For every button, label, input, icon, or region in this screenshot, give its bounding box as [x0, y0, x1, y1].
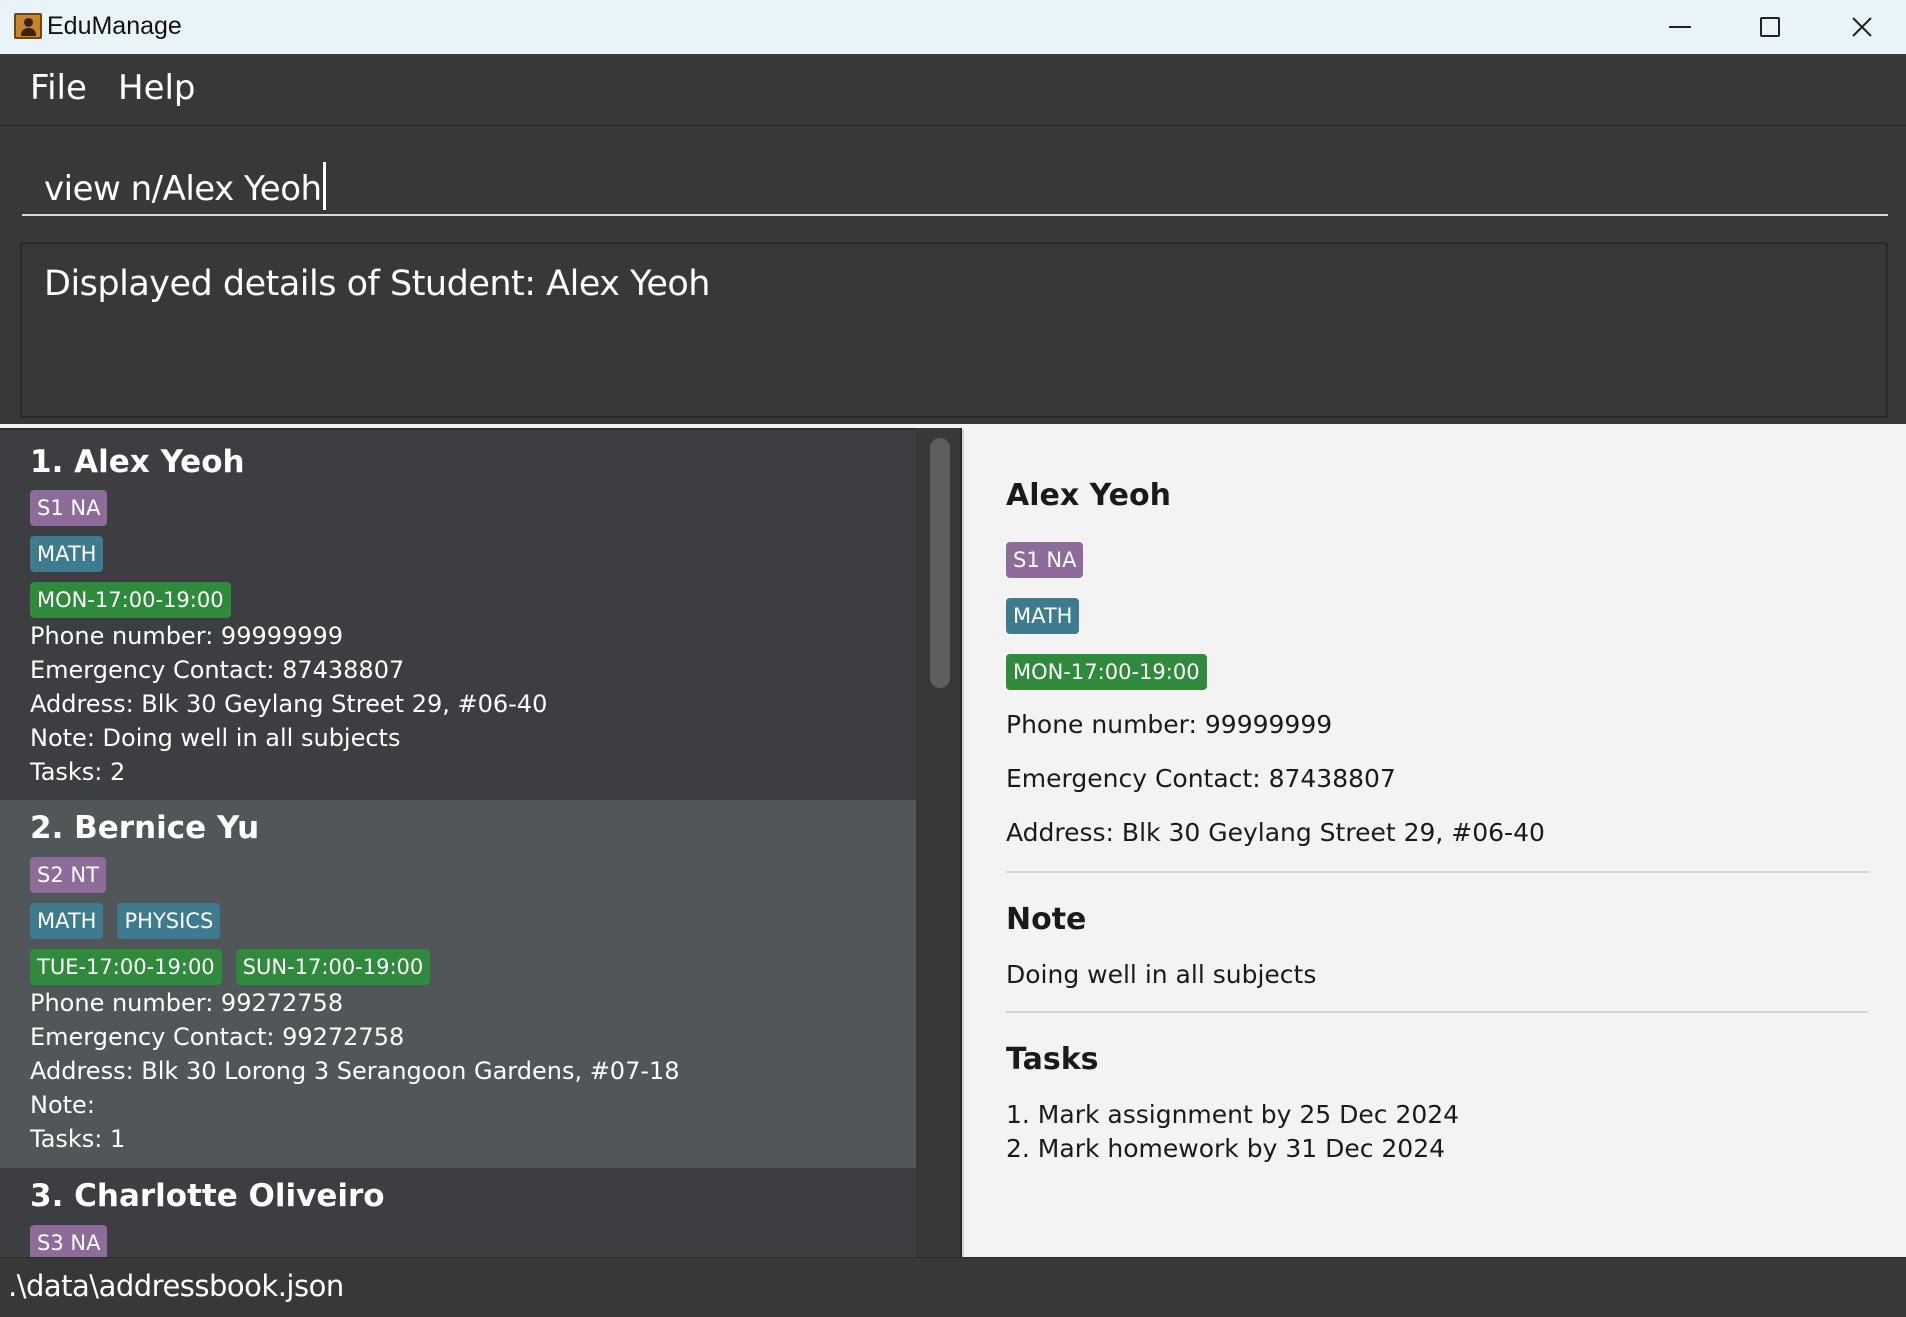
maximize-button[interactable]: [1724, 0, 1816, 54]
details-note-heading: Note: [1006, 902, 1087, 937]
level-badge: S3 NA: [30, 1225, 108, 1257]
close-icon: [1852, 17, 1872, 37]
student-emergency-contact: Emergency Contact: 99272758: [30, 1023, 405, 1051]
level-badge: S1 NA: [30, 490, 108, 526]
list-scrollbar[interactable]: [916, 428, 962, 1257]
student-list[interactable]: 1. Alex Yeoh S1 NA MATH MON-17:00-19:00 …: [0, 428, 962, 1257]
details-level-badge: S1 NA: [1006, 542, 1084, 578]
level-badge: S2 NT: [30, 857, 106, 893]
result-message: Displayed details of Student: Alex Yeoh: [44, 264, 710, 304]
result-display[interactable]: Displayed details of Student: Alex Yeoh: [20, 242, 1888, 418]
student-tasks: Tasks: 2: [30, 758, 126, 786]
student-name: 1. Alex Yeoh: [30, 444, 245, 480]
student-address: Address: Blk 30 Lorong 3 Serangoon Garde…: [30, 1057, 680, 1085]
close-button[interactable]: [1816, 0, 1906, 54]
student-note: Note:: [30, 1091, 95, 1119]
data-file-path: .\data\addressbook.json: [8, 1269, 344, 1303]
menu-bar: File Help: [0, 54, 1906, 126]
command-input[interactable]: view n/Alex Yeoh: [22, 148, 1888, 216]
details-tasks-heading: Tasks: [1006, 1042, 1099, 1077]
details-note: Doing well in all subjects: [1006, 960, 1317, 989]
details-divider: [1006, 871, 1868, 873]
class-badge: TUE-17:00-19:00: [30, 949, 222, 985]
student-emergency-contact: Emergency Contact: 87438807: [30, 656, 405, 684]
subject-badge: PHYSICS: [117, 903, 221, 939]
class-badge: MON-17:00-19:00: [30, 582, 231, 618]
student-card[interactable]: 3. Charlotte Oliveiro S3 NA: [0, 1168, 916, 1257]
details-divider: [1006, 1011, 1868, 1013]
student-card[interactable]: 2. Bernice Yu S2 NT MATH PHYSICS TUE-17:…: [0, 800, 916, 1168]
subject-badge: MATH: [30, 536, 104, 572]
command-input-text: view n/Alex Yeoh: [44, 169, 322, 209]
status-bar: .\data\addressbook.json: [0, 1257, 1906, 1317]
details-address: Address: Blk 30 Geylang Street 29, #06-4…: [1006, 818, 1545, 847]
student-tasks: Tasks: 1: [30, 1125, 126, 1153]
details-subject-badge: MATH: [1006, 598, 1080, 634]
details-task-item: 2. Mark homework by 31 Dec 2024: [1006, 1134, 1446, 1163]
student-name: 2. Bernice Yu: [30, 810, 260, 846]
details-class-badge: MON-17:00-19:00: [1006, 654, 1207, 690]
menu-help[interactable]: Help: [118, 68, 196, 108]
maximize-icon: [1760, 17, 1780, 37]
student-phone: Phone number: 99999999: [30, 622, 344, 650]
class-badge: SUN-17:00-19:00: [235, 949, 431, 985]
student-address: Address: Blk 30 Geylang Street 29, #06-4…: [30, 690, 548, 718]
details-emergency-contact: Emergency Contact: 87438807: [1006, 764, 1396, 793]
command-area: view n/Alex Yeoh: [0, 126, 1906, 228]
app-contact-icon: [14, 13, 42, 39]
details-task-item: 1. Mark assignment by 25 Dec 2024: [1006, 1100, 1460, 1129]
window-title-bar: EduManage: [0, 0, 1906, 54]
student-phone: Phone number: 99272758: [30, 989, 344, 1017]
student-note: Note: Doing well in all subjects: [30, 724, 401, 752]
details-phone: Phone number: 99999999: [1006, 710, 1333, 739]
result-area: Displayed details of Student: Alex Yeoh: [0, 228, 1906, 424]
window-title: EduManage: [47, 12, 182, 40]
student-card[interactable]: 1. Alex Yeoh S1 NA MATH MON-17:00-19:00 …: [0, 430, 916, 800]
subject-badge: MATH: [30, 903, 104, 939]
text-caret: [322, 162, 326, 210]
minimize-icon: [1669, 26, 1691, 28]
scrollbar-thumb[interactable]: [930, 438, 950, 688]
menu-file[interactable]: File: [30, 68, 87, 108]
details-name: Alex Yeoh: [1006, 478, 1171, 513]
minimize-button[interactable]: [1634, 0, 1726, 54]
student-details-panel: Alex Yeoh S1 NA MATH MON-17:00-19:00 Pho…: [962, 430, 1906, 1257]
student-name: 3. Charlotte Oliveiro: [30, 1178, 385, 1214]
